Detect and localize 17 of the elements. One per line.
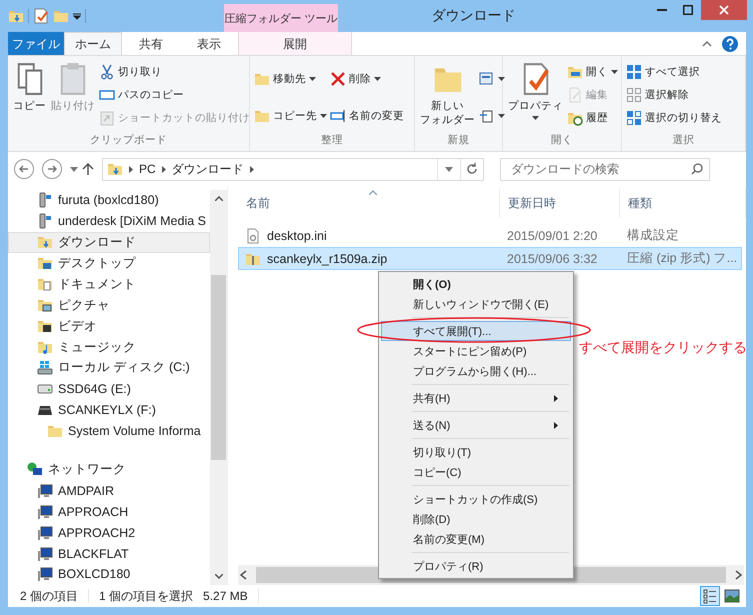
group-label: 開く <box>550 133 574 148</box>
group-label: クリップボード <box>89 133 168 148</box>
file-date: 2015/09/06 3:32 <box>506 252 598 266</box>
file-type: 圧縮 (zip 形式) フ... <box>626 250 738 267</box>
file-date: 2015/09/01 2:20 <box>506 228 598 242</box>
status-text: 1 個の項目を選択 <box>99 588 194 604</box>
window-title: ダウンロード <box>430 6 516 25</box>
contextual-tab-group: 圧縮フォルダー ツール <box>224 4 338 32</box>
annotation-text: すべて展開をクリックする <box>579 339 747 357</box>
file-name: desktop.ini <box>267 228 327 242</box>
group-label: 選択 <box>672 133 696 148</box>
file-type: 構成設定 <box>626 227 680 244</box>
file-name: scankeylx_r1509a.zip <box>267 252 388 266</box>
group-label: 整理 <box>320 133 344 148</box>
status-text: 5.27 MB <box>203 589 248 603</box>
status-text: 2 個の項目 <box>20 588 78 604</box>
group-label: 新規 <box>446 133 470 148</box>
